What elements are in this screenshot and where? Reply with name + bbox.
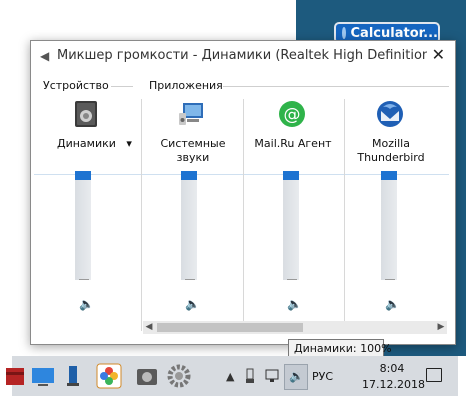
app-name-line2: Thunderbird bbox=[357, 151, 425, 164]
show-hidden-icons-button[interactable]: ▲ bbox=[226, 370, 234, 383]
system-sounds-volume-slider[interactable] bbox=[181, 171, 197, 180]
volume-tray-button[interactable]: 🔉 bbox=[284, 364, 308, 390]
device-name-dropdown[interactable]: Динамики ▾ bbox=[57, 137, 132, 150]
tick-mark bbox=[79, 279, 89, 280]
volume-icon: 🔉 bbox=[289, 369, 304, 383]
clock-time[interactable]: 8:04 bbox=[362, 362, 422, 375]
horizontal-scrollbar[interactable]: ◀ ▶ bbox=[143, 321, 447, 334]
language-indicator[interactable]: РУС bbox=[312, 370, 333, 383]
scrollbar-thumb[interactable] bbox=[157, 323, 303, 332]
tick-mark bbox=[385, 279, 395, 280]
thunderbird-mute-speaker-icon[interactable]: 🔈 bbox=[385, 297, 400, 311]
volume-tooltip: Динамики: 100% bbox=[288, 339, 392, 357]
system-sounds-volume-track[interactable] bbox=[181, 175, 197, 280]
chevron-down-icon: ▾ bbox=[119, 137, 132, 150]
winrar-icon[interactable] bbox=[4, 363, 30, 389]
device-name-label: Динамики bbox=[57, 137, 116, 150]
device-mute-speaker-icon[interactable]: 🔈 bbox=[79, 297, 94, 311]
mailru-mute-speaker-icon[interactable]: 🔈 bbox=[287, 297, 302, 311]
gear-icon[interactable] bbox=[166, 363, 192, 389]
scanner-icon[interactable] bbox=[134, 363, 160, 389]
mailru-volume-track[interactable] bbox=[283, 175, 299, 280]
system-sounds-mute-speaker-icon[interactable]: 🔈 bbox=[185, 297, 200, 311]
divider bbox=[111, 86, 133, 87]
clock-date[interactable]: 17.12.2018 bbox=[362, 378, 425, 391]
svg-text:@: @ bbox=[284, 105, 301, 125]
app-name-line1: Системные bbox=[160, 137, 226, 150]
notification-center-icon[interactable] bbox=[426, 368, 442, 382]
window-title: Микшер громкости - Динамики (Realtek Hig… bbox=[57, 48, 427, 63]
flower-app-icon[interactable] bbox=[96, 363, 122, 389]
tick-mark bbox=[287, 279, 297, 280]
speakers-device-icon bbox=[75, 101, 97, 127]
divider bbox=[223, 86, 449, 87]
column-separator bbox=[344, 99, 345, 331]
volume-mixer-window: ◀ Микшер громкости - Динамики (Realtek H… bbox=[30, 40, 456, 345]
column-separator bbox=[141, 99, 142, 331]
speaker-icon: ◀ bbox=[40, 49, 50, 63]
book-icon[interactable] bbox=[60, 363, 86, 389]
apps-group-label: Приложения bbox=[149, 79, 223, 92]
mailru-volume-slider[interactable] bbox=[283, 171, 299, 180]
calculator-icon bbox=[342, 27, 346, 39]
taskbar: ▲ 🔉 РУС 8:04 17.12.2018 bbox=[6, 356, 458, 396]
calculator-label: Calculator... bbox=[350, 25, 438, 41]
thunderbird-volume-track[interactable] bbox=[381, 175, 397, 280]
app-name-line2: звуки bbox=[176, 151, 210, 164]
thunderbird-icon bbox=[377, 101, 403, 127]
device-volume-track[interactable] bbox=[75, 175, 91, 280]
app-name-line1: Mail.Ru Агент bbox=[254, 137, 332, 150]
column-separator bbox=[243, 99, 244, 331]
usb-icon[interactable] bbox=[244, 368, 256, 384]
thunderbird-volume-slider[interactable] bbox=[381, 171, 397, 180]
title-bar[interactable]: ◀ Микшер громкости - Динамики (Realtek H… bbox=[31, 41, 455, 71]
mailru-agent-icon: @ bbox=[279, 101, 305, 127]
scroll-right-button[interactable]: ▶ bbox=[435, 321, 447, 334]
desktop-icon[interactable] bbox=[30, 363, 56, 389]
device-volume-slider[interactable] bbox=[75, 171, 91, 180]
scroll-left-button[interactable]: ◀ bbox=[143, 321, 155, 334]
app-name-line1: Mozilla bbox=[372, 137, 410, 150]
system-sounds-icon bbox=[179, 103, 203, 125]
close-button[interactable]: ✕ bbox=[432, 45, 445, 64]
device-group-label: Устройство bbox=[43, 79, 109, 92]
network-icon[interactable] bbox=[264, 368, 280, 384]
tick-mark bbox=[185, 279, 195, 280]
